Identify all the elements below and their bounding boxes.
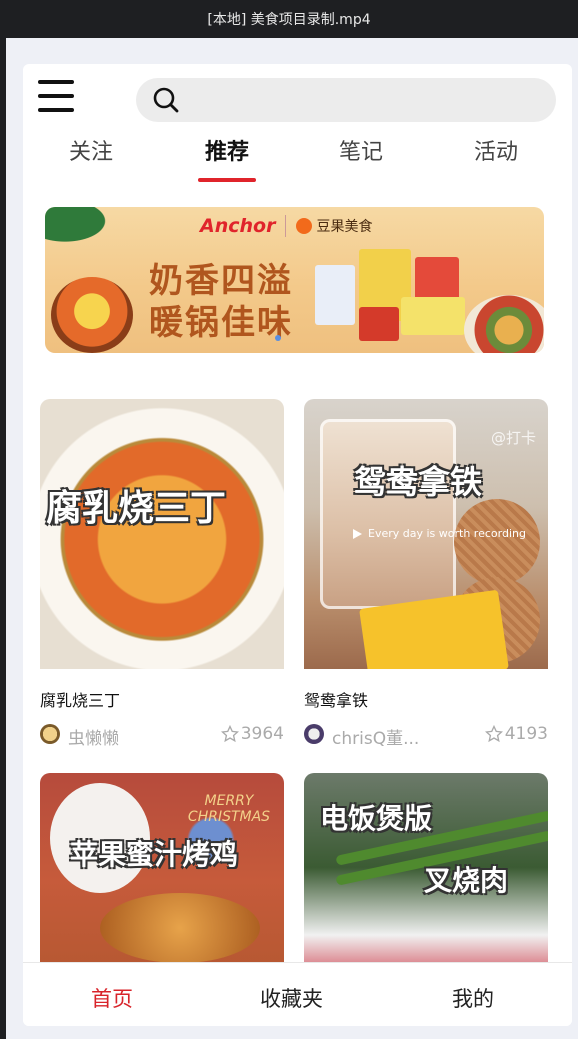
recipe-card[interactable]: @打卡 鸳鸯拿铁 Every day is worth recording 鸳鸯… bbox=[304, 399, 548, 749]
author-avatar[interactable] bbox=[40, 724, 60, 744]
christmas-tree-decoration bbox=[45, 207, 135, 257]
search-input[interactable] bbox=[188, 89, 552, 111]
app-frame: 关注 推荐 笔记 活动 Anchor 豆果美食 奶香四溢 暖锅佳味 腐乳烧三丁 … bbox=[6, 38, 578, 1039]
star-outline-icon bbox=[220, 725, 239, 743]
cover-overlay-title-2: 叉烧肉 bbox=[424, 864, 509, 897]
douguo-logo-icon bbox=[296, 218, 313, 234]
promo-banner[interactable]: Anchor 豆果美食 奶香四溢 暖锅佳味 bbox=[45, 207, 544, 353]
recipe-title[interactable]: 腐乳烧三丁 bbox=[40, 687, 120, 711]
carousel-indicator bbox=[275, 335, 281, 341]
tab-events[interactable]: 活动 bbox=[456, 134, 536, 166]
video-caption: Every day is worth recording bbox=[368, 527, 526, 540]
star-outline-icon bbox=[484, 725, 503, 743]
recipe-cover-image[interactable]: 腐乳烧三丁 bbox=[40, 399, 284, 669]
nav-favorites[interactable]: 收藏夹 bbox=[260, 983, 323, 1013]
author-name[interactable]: 虫懒懒 bbox=[68, 724, 119, 749]
cover-overlay-title: 电饭煲版 bbox=[320, 802, 433, 835]
brand-divider bbox=[285, 215, 287, 237]
cover-overlay-title: 苹果蜜汁烤鸡 bbox=[70, 838, 239, 871]
video-caption-row: Every day is worth recording bbox=[352, 527, 526, 540]
watermark-text: @打卡 bbox=[490, 429, 536, 447]
cookie-image bbox=[454, 499, 540, 585]
like-count[interactable]: 3964 bbox=[220, 724, 284, 744]
douguo-logo: 豆果美食 bbox=[296, 216, 372, 236]
anchor-logo: Anchor bbox=[200, 215, 276, 237]
tab-follow[interactable]: 关注 bbox=[51, 134, 131, 166]
hamburger-menu-icon[interactable] bbox=[38, 80, 74, 112]
nav-profile[interactable]: 我的 bbox=[452, 983, 494, 1013]
banner-headline-2: 暖锅佳味 bbox=[149, 303, 293, 343]
author-avatar[interactable] bbox=[304, 724, 324, 744]
recipe-meta: 虫懒懒 3964 bbox=[40, 724, 284, 749]
recipe-card[interactable]: 腐乳烧三丁 腐乳烧三丁 虫懒懒 3964 bbox=[40, 399, 284, 749]
brand-row: Anchor 豆果美食 bbox=[200, 215, 372, 237]
active-tab-indicator bbox=[198, 178, 256, 182]
window-title: [本地] 美食项目录制.mp4 bbox=[207, 12, 371, 28]
cover-overlay-title: 鸳鸯拿铁 bbox=[354, 463, 483, 501]
like-count-value: 3964 bbox=[240, 724, 284, 744]
tab-recommend[interactable]: 推荐 bbox=[187, 134, 267, 166]
window-title-bar: [本地] 美食项目录制.mp4 bbox=[0, 0, 578, 38]
search-icon bbox=[153, 87, 179, 113]
nav-home[interactable]: 首页 bbox=[91, 983, 133, 1013]
category-tabs: 关注 推荐 笔记 活动 bbox=[23, 134, 572, 186]
latte-glass-image bbox=[320, 419, 456, 609]
phone-screen: 关注 推荐 笔记 活动 Anchor 豆果美食 奶香四溢 暖锅佳味 腐乳烧三丁 … bbox=[23, 64, 572, 1026]
roast-chicken-image bbox=[100, 893, 260, 963]
author-name[interactable]: chrisQ董... bbox=[332, 724, 419, 749]
tab-notes[interactable]: 笔记 bbox=[321, 134, 401, 166]
douguo-logo-text: 豆果美食 bbox=[316, 219, 373, 235]
cover-overlay-title: 腐乳烧三丁 bbox=[46, 488, 227, 529]
play-icon bbox=[353, 528, 362, 539]
recipe-title[interactable]: 鸳鸯拿铁 bbox=[304, 687, 368, 711]
recipe-meta: chrisQ董... 4193 bbox=[304, 724, 548, 749]
hotpot-image bbox=[51, 277, 133, 353]
cover-subtitle: MERRY CHRISTMAS bbox=[187, 793, 271, 825]
bottom-navigation: 首页 收藏夹 我的 bbox=[23, 962, 572, 1026]
recipe-cover-image[interactable]: @打卡 鸳鸯拿铁 Every day is worth recording bbox=[304, 399, 548, 669]
search-bar[interactable] bbox=[136, 78, 556, 122]
like-count-value: 4193 bbox=[504, 724, 548, 744]
like-count[interactable]: 4193 bbox=[484, 724, 548, 744]
